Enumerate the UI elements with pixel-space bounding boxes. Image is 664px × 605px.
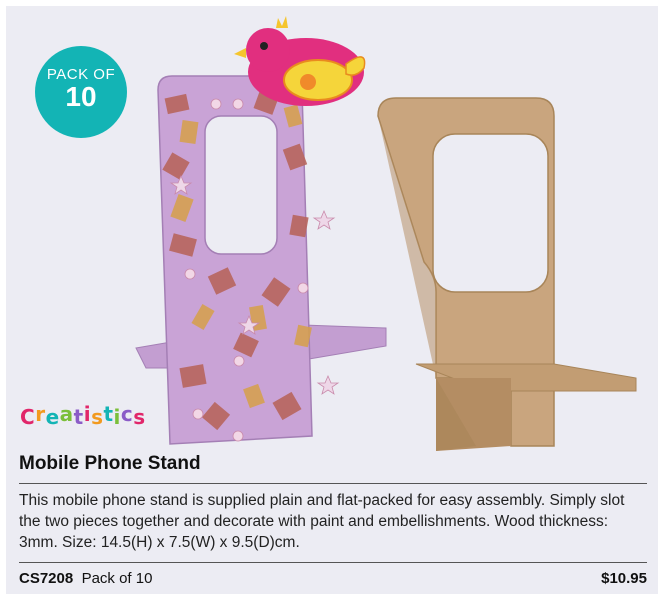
decorated-stand-image	[135, 16, 387, 445]
badge-line2: 10	[65, 81, 97, 112]
brand-logo: Creatistics	[20, 402, 146, 429]
divider	[19, 562, 647, 563]
product-card: PACK OF 10 Creatistics Mobile Phone Stan…	[6, 6, 658, 594]
product-description: This mobile phone stand is supplied plai…	[19, 492, 625, 551]
pack-badge: PACK OF 10	[35, 46, 127, 138]
plain-stand-image	[377, 97, 637, 451]
product-price: $10.95	[601, 570, 647, 587]
product-footer: CS7208 Pack of 10 $10.95	[19, 570, 647, 587]
pack-size: Pack of 10	[81, 570, 153, 587]
product-title: Mobile Phone Stand	[19, 453, 201, 474]
divider	[19, 483, 647, 484]
product-code: CS7208	[19, 570, 74, 587]
